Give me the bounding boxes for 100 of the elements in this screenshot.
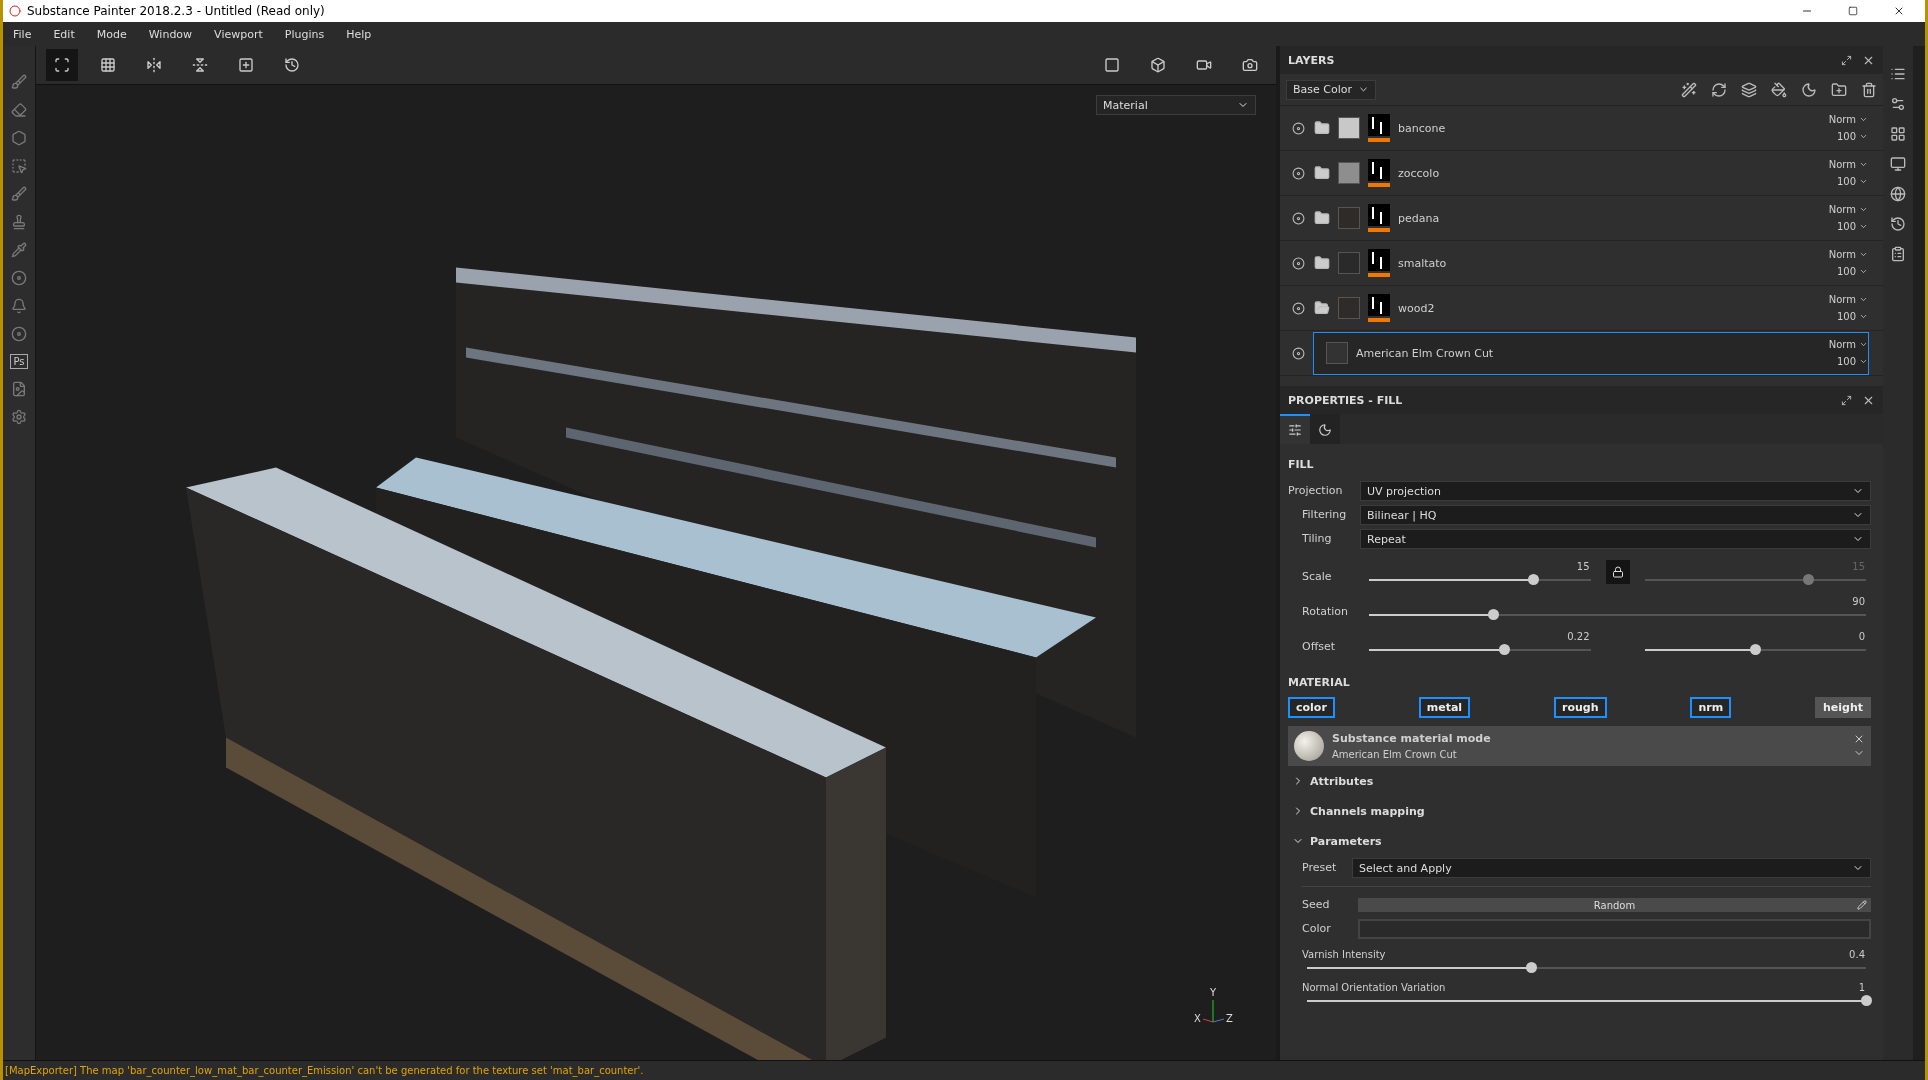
- visibility-icon[interactable]: [1292, 211, 1305, 225]
- dropdown[interactable]: UV projection: [1360, 481, 1871, 501]
- settings-icon[interactable]: [1890, 96, 1906, 112]
- channel-toggle[interactable]: rough: [1553, 697, 1607, 718]
- material-tab[interactable]: [1310, 414, 1340, 444]
- layer-row[interactable]: pedana Norm 100: [1313, 196, 1869, 240]
- visibility-icon[interactable]: [1292, 301, 1305, 315]
- channel-toggle[interactable]: nrm: [1690, 697, 1732, 718]
- viewport-mode-dropdown[interactable]: Material: [1096, 95, 1256, 115]
- slider-thumb[interactable]: [1488, 609, 1500, 620]
- dropdown[interactable]: Repeat: [1360, 529, 1871, 549]
- panel-title: LAYERS: [1288, 53, 1336, 67]
- menu-item[interactable]: Plugins: [284, 27, 325, 41]
- layer-name: smaltato: [1398, 256, 1448, 270]
- grid-icon[interactable]: [1890, 126, 1906, 142]
- blend-mode-dropdown[interactable]: Norm: [1828, 339, 1868, 350]
- menu-item[interactable]: Window: [148, 27, 193, 41]
- section-toggle[interactable]: Attributes: [1288, 766, 1871, 796]
- channel-toggle[interactable]: height: [1814, 697, 1871, 718]
- color-field[interactable]: [1358, 919, 1871, 939]
- opacity-dropdown[interactable]: 100: [1836, 356, 1868, 367]
- monitor-icon[interactable]: [1890, 156, 1906, 172]
- channel-dropdown[interactable]: Base Color: [1286, 79, 1376, 100]
- visibility-icon[interactable]: [1292, 256, 1305, 270]
- slider-thumb[interactable]: [1525, 962, 1537, 973]
- opacity-dropdown[interactable]: 100: [1836, 176, 1868, 187]
- disc-icon[interactable]: [11, 326, 27, 342]
- opacity-dropdown[interactable]: 100: [1836, 221, 1868, 232]
- slider-thumb[interactable]: [1750, 644, 1762, 655]
- stamp-icon[interactable]: [11, 214, 27, 230]
- field-label: Color: [1302, 922, 1332, 936]
- lock-button[interactable]: [1605, 560, 1630, 584]
- undock-icon[interactable]: [1841, 54, 1852, 66]
- section-toggle[interactable]: Parameters: [1288, 826, 1871, 856]
- mirror-horizontal-icon: [146, 57, 162, 73]
- undock-icon[interactable]: [1841, 394, 1852, 406]
- maximize-icon: [1848, 6, 1858, 16]
- trash-icon[interactable]: [1861, 81, 1877, 98]
- close-icon[interactable]: [1853, 733, 1865, 745]
- slider-thumb[interactable]: [1527, 574, 1539, 585]
- visibility-icon[interactable]: [1292, 121, 1305, 135]
- slider-thumb[interactable]: [1499, 644, 1511, 655]
- layer-row[interactable]: bancone Norm 100: [1313, 106, 1869, 150]
- file-icon[interactable]: [11, 381, 27, 397]
- blend-mode-dropdown[interactable]: Norm: [1828, 249, 1868, 260]
- visibility-icon[interactable]: [1292, 346, 1305, 360]
- visibility-icon[interactable]: [1292, 166, 1305, 180]
- crescent-icon[interactable]: [1801, 81, 1817, 98]
- opacity-dropdown[interactable]: 100: [1836, 266, 1868, 277]
- dropdown[interactable]: Bilinear | HQ: [1360, 505, 1871, 525]
- refresh-icon[interactable]: [1711, 81, 1727, 98]
- opacity-dropdown[interactable]: 100: [1836, 311, 1868, 322]
- clipboard-icon[interactable]: [1890, 246, 1906, 262]
- channel-toggle[interactable]: color: [1288, 697, 1335, 718]
- pipette-icon[interactable]: [11, 242, 27, 258]
- history-icon[interactable]: [1890, 216, 1906, 232]
- blend-mode-dropdown[interactable]: Norm: [1828, 204, 1868, 215]
- layer-row[interactable]: zoccolo Norm 100: [1313, 151, 1869, 195]
- blend-mode-dropdown[interactable]: Norm: [1828, 159, 1868, 170]
- opacity-dropdown[interactable]: 100: [1836, 131, 1868, 142]
- paint-bucket-icon[interactable]: [1771, 81, 1787, 98]
- seed-button[interactable]: Random: [1358, 898, 1871, 912]
- globe-icon[interactable]: [1890, 186, 1906, 202]
- eraser-icon[interactable]: [11, 102, 27, 118]
- menu-item[interactable]: Help: [346, 27, 372, 41]
- photoshop-tool[interactable]: Ps: [10, 354, 28, 369]
- settings-icon[interactable]: [11, 409, 27, 425]
- blend-mode-dropdown[interactable]: Norm: [1828, 114, 1868, 125]
- add-folder-icon[interactable]: [1831, 81, 1847, 98]
- blend-mode-dropdown[interactable]: Norm: [1828, 294, 1868, 305]
- bell-icon[interactable]: [11, 298, 27, 314]
- layer-row[interactable]: wood2 Norm 100: [1313, 286, 1869, 330]
- channel-toggle[interactable]: metal: [1418, 697, 1471, 718]
- mask-thumbnail: [1368, 249, 1390, 277]
- disc-icon[interactable]: [11, 270, 27, 286]
- layer-name: bancone: [1398, 121, 1447, 135]
- slider-value: 0: [1858, 631, 1866, 642]
- field-label: Rotation: [1302, 605, 1349, 619]
- menu-item[interactable]: Mode: [96, 27, 127, 41]
- menu-item[interactable]: File: [13, 27, 32, 41]
- selection-button[interactable]: [46, 49, 78, 81]
- slider-thumb[interactable]: [1803, 574, 1815, 585]
- layer-row[interactable]: smaltato Norm 100: [1313, 241, 1869, 285]
- preset-dropdown[interactable]: Select and Apply: [1352, 858, 1871, 878]
- layer-name: pedana: [1398, 211, 1441, 225]
- layer-row[interactable]: American Elm Crown Cut Norm 100: [1313, 331, 1869, 375]
- wand-icon[interactable]: [1681, 81, 1697, 98]
- list-icon[interactable]: [1890, 66, 1906, 82]
- selection-icon[interactable]: [11, 158, 27, 174]
- menu-item[interactable]: Viewport: [214, 27, 263, 41]
- hexagon-icon[interactable]: [11, 130, 27, 146]
- brush-icon[interactable]: [11, 74, 27, 90]
- brush-icon[interactable]: [11, 186, 27, 202]
- add-layer-icon[interactable]: [1741, 81, 1757, 98]
- layer-name: zoccolo: [1398, 166, 1441, 180]
- settings-tab[interactable]: [1280, 414, 1310, 444]
- menu-item[interactable]: Edit: [53, 27, 75, 41]
- slider-thumb[interactable]: [1861, 995, 1872, 1006]
- section-toggle[interactable]: Channels mapping: [1288, 796, 1871, 826]
- field-label: Varnish Intensity: [1302, 949, 1386, 960]
